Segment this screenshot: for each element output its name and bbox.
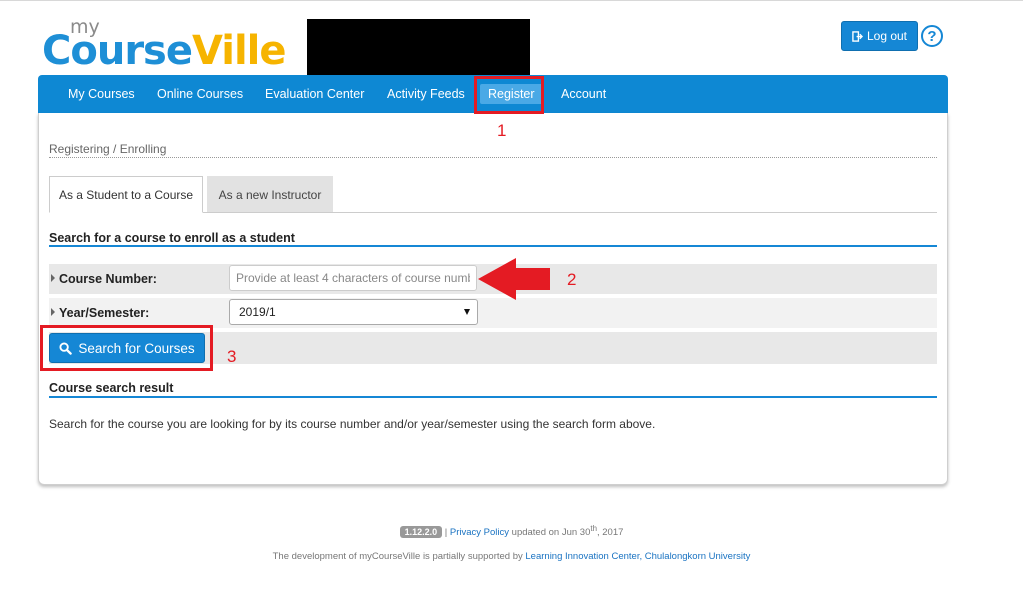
search-section-divider: [49, 245, 937, 247]
footer-credits-line: The development of myCourseVille is part…: [0, 551, 1023, 562]
tab-instructor[interactable]: As a new Instructor: [207, 176, 333, 213]
annotation-number-2: 2: [567, 270, 577, 289]
privacy-policy-link[interactable]: Privacy Policy: [450, 527, 509, 538]
help-icon[interactable]: ?: [921, 25, 943, 47]
dropdown-arrow-icon: [464, 309, 470, 315]
nav-item-account[interactable]: Account: [561, 87, 606, 101]
nav-item-online-courses[interactable]: Online Courses: [157, 87, 243, 101]
year-semester-select[interactable]: 2019/1: [229, 299, 478, 325]
annotation-number-1: 1: [497, 121, 507, 140]
updated-sup: th: [590, 524, 597, 533]
logout-label: Log out: [866, 29, 908, 43]
nav-item-activity-feeds[interactable]: Activity Feeds: [387, 87, 465, 101]
annotation-box-register: [474, 76, 544, 114]
breadcrumb-divider: [49, 157, 937, 158]
logo-course-text: Course: [42, 28, 193, 74]
mycourseville-logo[interactable]: my CourseVille: [42, 16, 302, 76]
logout-button[interactable]: Log out: [841, 21, 918, 51]
tab-student[interactable]: As a Student to a Course: [49, 176, 203, 213]
logo-main-text: CourseVille: [42, 28, 286, 74]
expand-caret-icon: [51, 274, 55, 282]
breadcrumb: Registering / Enrolling: [49, 142, 167, 156]
result-message: Search for the course you are looking fo…: [49, 417, 656, 431]
search-section-title: Search for a course to enroll as a stude…: [49, 231, 295, 245]
annotation-number-3: 3: [227, 347, 237, 366]
year-semester-label: Year/Semester:: [51, 306, 149, 320]
course-number-input[interactable]: [229, 265, 477, 291]
result-section-title: Course search result: [49, 381, 174, 395]
year-semester-row: Year/Semester:: [49, 298, 937, 328]
annotation-arrow-icon: [478, 258, 550, 300]
expand-caret-icon: [51, 308, 55, 316]
top-border: [0, 0, 1023, 1]
nav-item-evaluation-center[interactable]: Evaluation Center: [265, 87, 364, 101]
course-number-label: Course Number:: [51, 272, 157, 286]
updated-text: updated on Jun 30: [511, 527, 591, 539]
version-badge: 1.12.2.0: [399, 526, 443, 539]
redacted-box: [307, 19, 530, 76]
updated-suffix: , 2017: [596, 527, 624, 539]
logo-ville-text: Ville: [191, 28, 287, 74]
footer-version-line: 1.12.2.0 | Privacy Policy updated on Jun…: [0, 524, 1023, 539]
nav-item-my-courses[interactable]: My Courses: [68, 87, 135, 101]
learning-innovation-center-link[interactable]: Learning Innovation Center, Chulalongkor…: [525, 551, 750, 562]
result-section-divider: [49, 396, 937, 398]
year-semester-value: 2019/1: [239, 305, 276, 319]
development-text: The development of myCourseVille is part…: [272, 551, 523, 562]
logout-icon: [852, 30, 863, 42]
annotation-box-search: [40, 325, 213, 371]
